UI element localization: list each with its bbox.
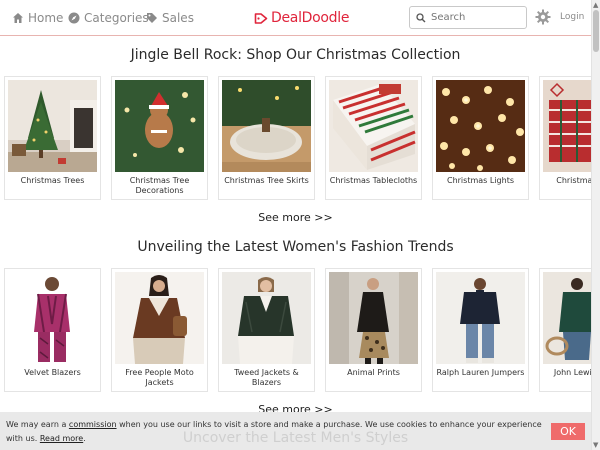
john-lewis-coats-image[interactable] — [543, 272, 591, 364]
cookie-text-before: We may earn a — [6, 420, 69, 429]
scroll-down-arrow-icon[interactable]: ▼ — [593, 441, 598, 449]
tweed-jackets-blazers-image[interactable] — [222, 272, 311, 364]
compass-icon — [68, 12, 80, 24]
logo-text: DealDoodle — [271, 10, 350, 26]
card-label[interactable]: Ralph Lauren Jumpers — [433, 368, 528, 378]
product-card[interactable]: Christmas Tree Decorations — [111, 76, 208, 200]
product-card[interactable]: Christmas Tree Skirts — [218, 76, 315, 200]
nav-categories-label: Categories — [84, 11, 149, 25]
christmas-tablecloths-image[interactable] — [329, 80, 418, 172]
product-card[interactable]: John Lewis Coats — [539, 268, 591, 392]
ralph-lauren-jumpers-image[interactable] — [436, 272, 525, 364]
nav-home[interactable]: Home — [12, 9, 63, 27]
logo-tag-icon — [254, 12, 268, 24]
product-card[interactable]: Christmas Lights — [432, 76, 529, 200]
product-card[interactable]: Animal Prints — [325, 268, 422, 392]
nav-categories[interactable]: Categories — [68, 9, 149, 27]
home-icon — [13, 13, 23, 23]
login-link[interactable]: Login — [560, 12, 584, 22]
nav-sales[interactable]: Sales — [146, 9, 194, 27]
commission-link[interactable]: commission — [69, 420, 117, 429]
velvet-blazers-image[interactable] — [8, 272, 97, 364]
product-card[interactable]: Christmas Bags — [539, 76, 591, 200]
card-label[interactable]: Tweed Jackets & Blazers — [219, 368, 314, 388]
card-label[interactable]: Christmas Bags — [540, 176, 591, 186]
christmas-bags-image[interactable] — [543, 80, 591, 172]
card-label[interactable]: Christmas Lights — [433, 176, 528, 186]
card-label[interactable]: Christmas Tree Skirts — [219, 176, 314, 186]
nav-home-label: Home — [28, 11, 64, 25]
card-label[interactable]: Christmas Trees — [5, 176, 100, 186]
product-card[interactable]: Christmas Trees — [4, 76, 101, 200]
card-label[interactable]: Free People Moto Jackets — [112, 368, 207, 388]
search-icon[interactable] — [416, 12, 426, 23]
animal-prints-image[interactable] — [329, 272, 418, 364]
product-card[interactable]: Tweed Jackets & Blazers — [218, 268, 315, 392]
christmas-trees-image[interactable] — [8, 80, 97, 172]
section-title-mens-styles: Uncover the Latest Men's Styles — [182, 430, 409, 446]
free-people-moto-jackets-image[interactable] — [115, 272, 204, 364]
card-label[interactable]: Christmas Tree Decorations — [112, 176, 207, 196]
product-card[interactable]: Free People Moto Jackets — [111, 268, 208, 392]
gear-icon[interactable] — [535, 9, 551, 25]
search-input[interactable] — [431, 12, 521, 23]
christmas-tree-skirts-image[interactable] — [222, 80, 311, 172]
scroll-up-arrow-icon[interactable]: ▲ — [593, 1, 598, 9]
card-label[interactable]: John Lewis Coats — [540, 368, 591, 378]
site-logo[interactable]: DealDoodle — [254, 8, 349, 28]
section-title-womens-fashion: Unveiling the Latest Women's Fashion Tre… — [137, 239, 454, 255]
womens-fashion-carousel: Velvet Blazers Free People Moto Jackets — [4, 268, 591, 393]
christmas-carousel: Christmas Trees Christmas Tree Decoratio… — [4, 76, 591, 201]
card-label[interactable]: Animal Prints — [326, 368, 421, 378]
scrollbar-thumb[interactable] — [593, 10, 599, 52]
search-box[interactable] — [409, 6, 527, 29]
card-label[interactable]: Velvet Blazers — [5, 368, 100, 378]
card-label[interactable]: Christmas Tablecloths — [326, 176, 421, 186]
product-card[interactable]: Velvet Blazers — [4, 268, 101, 392]
tag-icon — [147, 13, 157, 23]
nav-sales-label: Sales — [162, 11, 194, 25]
product-card[interactable]: Christmas Tablecloths — [325, 76, 422, 200]
christmas-lights-image[interactable] — [436, 80, 525, 172]
site-header: Home Categories Sales DealDoodle Search … — [0, 0, 591, 36]
product-card[interactable]: Ralph Lauren Jumpers — [432, 268, 529, 392]
section-title-christmas: Jingle Bell Rock: Shop Our Christmas Col… — [130, 47, 461, 63]
see-more-christmas-link[interactable]: See more >> — [0, 211, 591, 224]
cookie-ok-button[interactable]: OK — [551, 423, 585, 440]
christmas-tree-decorations-image[interactable] — [115, 80, 204, 172]
page-scrollbar[interactable]: ▲ ▼ — [591, 0, 600, 450]
